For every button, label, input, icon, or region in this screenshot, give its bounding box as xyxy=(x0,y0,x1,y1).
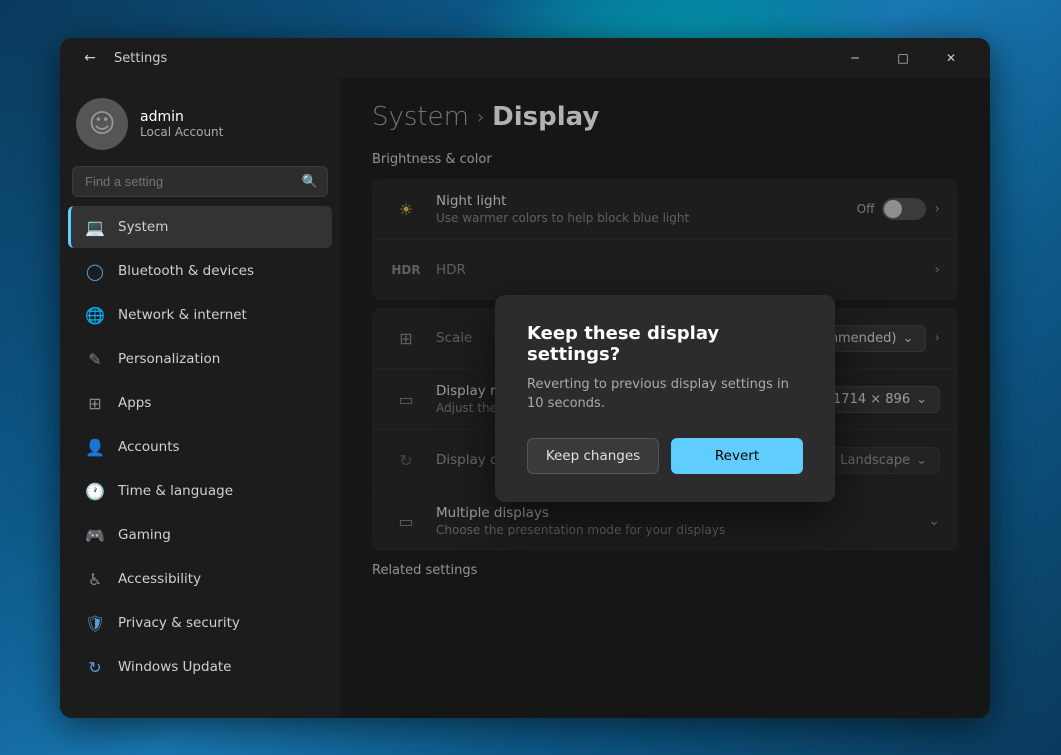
time-icon: 🕐 xyxy=(84,480,106,502)
sidebar-item-system[interactable]: 💻 System xyxy=(68,206,332,248)
bluetooth-icon: ◯ xyxy=(84,260,106,282)
sidebar-item-privacy[interactable]: 🛡 Privacy & security xyxy=(68,602,332,644)
user-account-type: Local Account xyxy=(140,125,223,139)
accounts-icon: 👤 xyxy=(84,436,106,458)
sidebar-item-system-label: System xyxy=(118,219,168,235)
sidebar-item-bluetooth-label: Bluetooth & devices xyxy=(118,263,254,279)
sidebar-item-network-label: Network & internet xyxy=(118,307,247,323)
sidebar-item-bluetooth[interactable]: ◯ Bluetooth & devices xyxy=(68,250,332,292)
sidebar-item-accessibility[interactable]: ♿ Accessibility xyxy=(68,558,332,600)
minimize-button[interactable]: ─ xyxy=(832,42,878,74)
sidebar-item-personalization-label: Personalization xyxy=(118,351,220,367)
dialog-description: Reverting to previous display settings i… xyxy=(527,375,803,414)
sidebar-item-apps[interactable]: ⊞ Apps xyxy=(68,382,332,424)
dialog-overlay: Keep these display settings? Reverting t… xyxy=(340,78,990,718)
settings-window: ← Settings ─ □ ✕ ☺ admin Local Account xyxy=(60,38,990,718)
personalization-icon: ✎ xyxy=(84,348,106,370)
apps-icon: ⊞ xyxy=(84,392,106,414)
sidebar-item-accessibility-label: Accessibility xyxy=(118,571,201,587)
main-content: ☺ admin Local Account 🔍 💻 System ◯ Bluet… xyxy=(60,78,990,718)
user-icon: ☺ xyxy=(88,109,115,139)
avatar: ☺ xyxy=(76,98,128,150)
sidebar-item-time-label: Time & language xyxy=(118,483,233,499)
user-profile: ☺ admin Local Account xyxy=(60,90,340,166)
user-info: admin Local Account xyxy=(140,109,223,139)
privacy-icon: 🛡 xyxy=(84,612,106,634)
update-icon: ↻ xyxy=(84,656,106,678)
sidebar-item-time[interactable]: 🕐 Time & language xyxy=(68,470,332,512)
network-icon: 🌐 xyxy=(84,304,106,326)
dialog-title: Keep these display settings? xyxy=(527,323,803,365)
sidebar-item-personalization[interactable]: ✎ Personalization xyxy=(68,338,332,380)
maximize-button[interactable]: □ xyxy=(880,42,926,74)
sidebar-item-privacy-label: Privacy & security xyxy=(118,615,240,631)
sidebar-item-accounts[interactable]: 👤 Accounts xyxy=(68,426,332,468)
search-icon: 🔍 xyxy=(302,174,318,189)
titlebar: ← Settings ─ □ ✕ xyxy=(60,38,990,78)
sidebar-item-network[interactable]: 🌐 Network & internet xyxy=(68,294,332,336)
sidebar-item-gaming[interactable]: 🎮 Gaming xyxy=(68,514,332,556)
sidebar: ☺ admin Local Account 🔍 💻 System ◯ Bluet… xyxy=(60,78,340,718)
keep-changes-button[interactable]: Keep changes xyxy=(527,438,659,474)
sidebar-item-update[interactable]: ↻ Windows Update xyxy=(68,646,332,688)
search-input[interactable] xyxy=(72,166,328,197)
system-icon: 💻 xyxy=(84,216,106,238)
dialog: Keep these display settings? Reverting t… xyxy=(495,295,835,502)
window-controls: ─ □ ✕ xyxy=(832,42,974,74)
sidebar-item-update-label: Windows Update xyxy=(118,659,231,675)
sidebar-item-apps-label: Apps xyxy=(118,395,151,411)
revert-button[interactable]: Revert xyxy=(671,438,803,474)
accessibility-icon: ♿ xyxy=(84,568,106,590)
window-title: Settings xyxy=(114,51,167,66)
user-name: admin xyxy=(140,109,223,125)
back-button[interactable]: ← xyxy=(76,44,104,72)
right-panel: System › Display Brightness & color ☀ Ni… xyxy=(340,78,990,718)
search-box: 🔍 xyxy=(72,166,328,197)
titlebar-left: ← Settings xyxy=(76,44,167,72)
gaming-icon: 🎮 xyxy=(84,524,106,546)
dialog-buttons: Keep changes Revert xyxy=(527,438,803,474)
close-button[interactable]: ✕ xyxy=(928,42,974,74)
sidebar-item-gaming-label: Gaming xyxy=(118,527,171,543)
sidebar-item-accounts-label: Accounts xyxy=(118,439,180,455)
